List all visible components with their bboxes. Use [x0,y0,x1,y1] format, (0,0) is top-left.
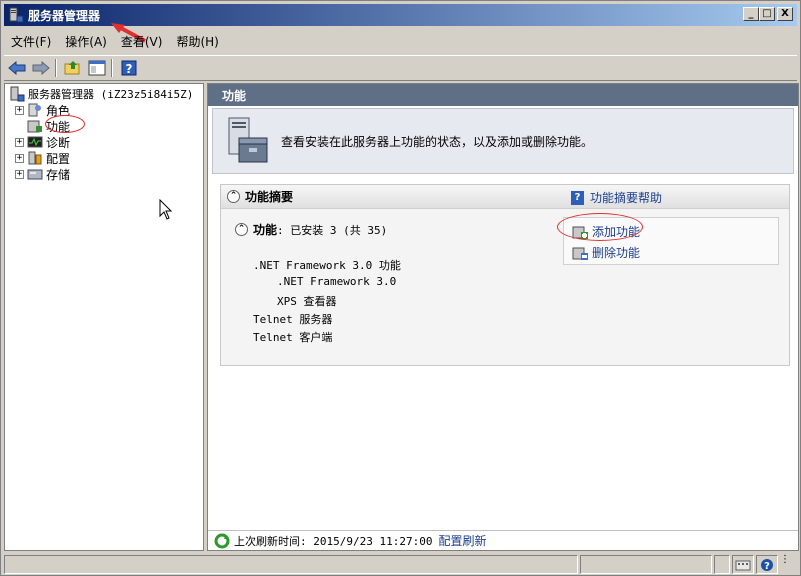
feature-item: .NET Framework 3.0 功能 [253,259,401,272]
configuration-icon [27,150,43,166]
status-cell [4,555,578,574]
summary-body: ⌃ 功能 : 已安装 3 (共 35) .NET Framework 3.0 功… [221,209,789,365]
features-toolbox-icon [225,116,269,166]
tree-item-label: 配置 [46,151,71,166]
expand-icon[interactable]: + [15,169,24,179]
forward-button[interactable] [30,58,52,78]
feature-item: Telnet 客户端 [253,331,333,344]
tree-item-diagnostics[interactable]: + 诊断 [15,134,70,150]
toolbar-separator [111,59,113,77]
intro-text: 查看安装在此服务器上功能的状态，以及添加或删除功能。 [281,134,594,149]
navigation-tree[interactable]: 服务器管理器 (iZ23z5i84i5Z) + 角色 功能 + 诊断 + 配置 … [4,83,204,551]
summary-help-link[interactable]: ? 功能摘要帮助 [571,189,662,206]
tree-item-root[interactable]: 服务器管理器 (iZ23z5i84i5Z) [9,86,193,102]
tree-item-roles[interactable]: + 角色 [15,102,70,118]
configure-refresh-link[interactable]: 配置刷新 [438,532,486,549]
actions-panel: 添加功能 删除功能 [563,217,779,265]
window-title: 服务器管理器 [28,8,101,23]
add-features-link[interactable]: 添加功能 [572,223,640,240]
tree-item-label: 存储 [46,167,71,182]
menu-action[interactable]: 操作(A) [58,33,114,50]
intro-banner: 查看安装在此服务器上功能的状态，以及添加或删除功能。 [212,108,794,174]
summary-header[interactable]: ⌃ 功能摘要 ? 功能摘要帮助 [221,185,789,209]
content-header: 功能 [208,84,798,106]
tree-item-configuration[interactable]: + 配置 [15,150,70,166]
expand-icon[interactable]: + [15,105,24,115]
expand-icon[interactable]: + [15,153,24,163]
minimize-button[interactable]: _ [743,7,759,21]
add-feature-icon [572,224,588,240]
summary-title: 功能摘要 [245,190,294,204]
action-label: 删除功能 [592,246,641,260]
mouse-cursor-icon [159,199,173,220]
tree-item-storage[interactable]: + 存储 [15,166,70,182]
back-arrow-icon [8,61,26,75]
status-cell[interactable]: ? [756,555,778,574]
feature-item: XPS 查看器 [277,295,337,308]
tree-root-label: 服务器管理器 (iZ23z5i84i5Z) [28,88,194,101]
installed-label: 功能 [253,223,278,237]
expand-icon[interactable]: + [15,137,24,147]
toolbar: ? [4,55,797,81]
roles-icon [27,102,43,118]
server-manager-window: 服务器管理器 _ □ X 文件(F) 操作(A) 查看(V) 帮助(H) ? 服… [0,0,801,576]
help-circle-icon: ? [761,558,773,572]
installed-text: : 已安装 3 (共 35) [277,223,388,237]
menu-file[interactable]: 文件(F) [4,33,58,50]
storage-icon [27,166,43,182]
up-folder-icon [64,61,80,75]
status-cell [714,555,730,574]
tree-item-label: 功能 [46,119,71,134]
window-status-bar: ? ⋮ [4,555,799,574]
help-link-label: 功能摘要帮助 [590,191,663,205]
show-hide-tree-button[interactable] [86,58,108,78]
maximize-button[interactable]: □ [759,7,775,21]
help-icon: ? [121,60,137,76]
installed-count: ⌃ 功能 : 已安装 3 (共 35) [235,221,387,238]
resize-grip-icon[interactable]: ⋮ [780,555,790,574]
help-button[interactable]: ? [118,58,140,78]
action-label: 添加功能 [592,225,641,239]
diagnostics-icon [27,134,43,150]
back-button[interactable] [6,58,28,78]
menu-view[interactable]: 查看(V) [114,33,170,50]
toolbar-separator [55,59,57,77]
tree-item-label: 角色 [46,103,71,118]
keyboard-icon [735,560,751,570]
svg-text:?: ? [764,561,770,572]
up-one-level-button[interactable] [62,58,84,78]
collapse-icon[interactable]: ⌃ [227,190,240,203]
server-manager-icon [8,7,24,23]
last-refresh-text: 上次刷新时间: 2015/9/23 11:27:00 [234,534,433,548]
content-pane: 功能 查看安装在此服务器上功能的状态，以及添加或删除功能。 ⌃ 功能摘要 ? 功… [207,83,799,551]
show-hide-tree-icon [88,60,106,76]
help-icon: ? [571,190,584,205]
menu-help[interactable]: 帮助(H) [169,33,225,50]
remove-features-link[interactable]: 删除功能 [572,244,640,261]
server-manager-icon [9,86,25,102]
window-controls: _ □ X [743,7,793,21]
refresh-status-bar: 上次刷新时间: 2015/9/23 11:27:00 配置刷新 [208,530,798,550]
feature-item: .NET Framework 3.0 [277,275,397,288]
menu-bar: 文件(F) 操作(A) 查看(V) 帮助(H) [4,30,797,52]
refresh-icon [214,533,230,548]
tree-item-label: 诊断 [46,135,71,150]
remove-feature-icon [572,245,588,261]
forward-arrow-icon [32,61,50,75]
tree-item-features[interactable]: 功能 [27,118,70,134]
feature-item: Telnet 服务器 [253,313,333,326]
features-summary-section: ⌃ 功能摘要 ? 功能摘要帮助 ⌃ 功能 : 已安装 3 (共 35) .NET… [220,184,790,366]
collapse-icon[interactable]: ⌃ [235,223,248,236]
svg-text:?: ? [126,62,133,76]
features-icon [27,118,43,134]
status-cell [732,555,754,574]
close-button[interactable]: X [777,7,793,21]
status-cell [580,555,712,574]
